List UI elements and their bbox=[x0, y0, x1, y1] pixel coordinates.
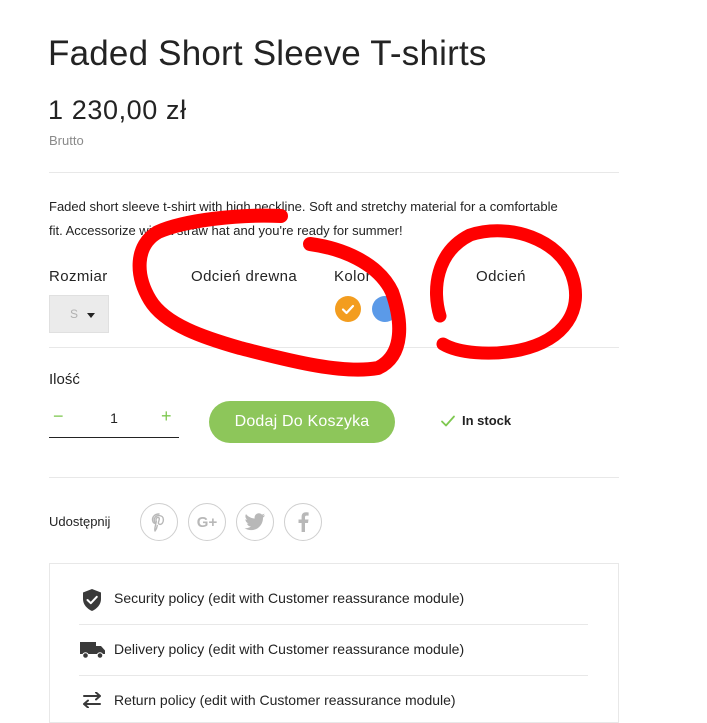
add-to-cart-button[interactable]: Dodaj Do Koszyka bbox=[209, 401, 395, 443]
security-policy-text: Security policy (edit with Customer reas… bbox=[114, 590, 465, 606]
twitter-icon bbox=[244, 513, 265, 531]
stock-status: In stock bbox=[462, 413, 512, 428]
share-label: Udostępnij bbox=[49, 514, 111, 529]
google-plus-icon: G+ bbox=[196, 513, 218, 531]
shield-icon bbox=[83, 589, 101, 611]
divider bbox=[49, 347, 619, 348]
quantity-increase-button[interactable]: + bbox=[161, 406, 172, 427]
size-label: Rozmiar bbox=[49, 268, 108, 285]
delivery-policy-text: Delivery policy (edit with Customer reas… bbox=[114, 641, 465, 657]
shade-label: Odcień bbox=[476, 268, 526, 285]
product-price: 1 230,00 zł bbox=[48, 95, 187, 125]
check-icon bbox=[341, 304, 355, 315]
quantity-input[interactable]: 1 bbox=[100, 410, 128, 426]
twitter-share-button[interactable] bbox=[236, 503, 274, 541]
divider bbox=[49, 172, 619, 173]
pinterest-icon bbox=[151, 513, 165, 532]
size-select-value: S bbox=[70, 307, 79, 321]
divider bbox=[79, 624, 588, 625]
color-swatch-orange[interactable] bbox=[335, 296, 361, 322]
wood-shade-label: Odcień drewna bbox=[191, 268, 298, 285]
chevron-down-icon bbox=[87, 313, 95, 318]
return-policy-text: Return policy (edit with Customer reassu… bbox=[114, 692, 456, 708]
check-icon bbox=[441, 415, 455, 427]
return-arrows-icon bbox=[83, 692, 101, 708]
facebook-share-button[interactable] bbox=[284, 503, 322, 541]
divider bbox=[49, 477, 619, 478]
product-title: Faded Short Sleeve T-shirts bbox=[48, 34, 487, 73]
color-swatch-blue[interactable] bbox=[372, 296, 398, 322]
quantity-decrease-button[interactable]: − bbox=[53, 406, 64, 427]
divider bbox=[79, 675, 588, 676]
color-label: Kolor bbox=[334, 268, 372, 285]
tax-label: Brutto bbox=[49, 133, 84, 148]
size-select[interactable]: S bbox=[49, 295, 109, 333]
google-plus-share-button[interactable]: G+ bbox=[188, 503, 226, 541]
pinterest-share-button[interactable] bbox=[140, 503, 178, 541]
facebook-icon bbox=[298, 512, 309, 532]
truck-icon bbox=[80, 642, 105, 659]
quantity-label: Ilość bbox=[49, 371, 80, 388]
product-description: Faded short sleeve t-shirt with high nec… bbox=[49, 199, 558, 238]
quantity-underline bbox=[49, 437, 179, 438]
